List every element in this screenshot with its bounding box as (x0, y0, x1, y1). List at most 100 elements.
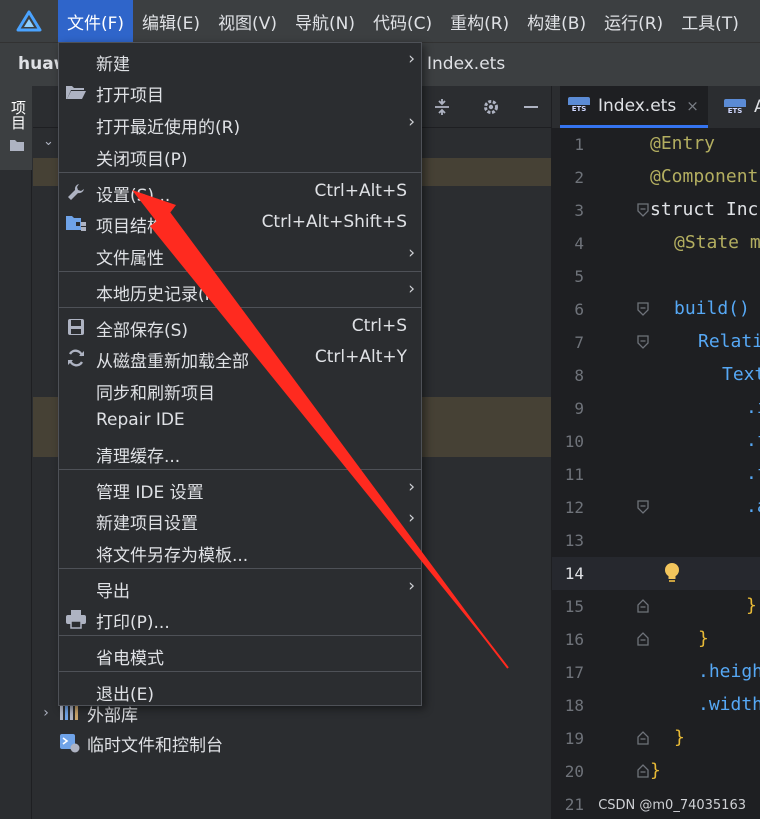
breadcrumb-file[interactable]: Index.ets (427, 54, 505, 74)
app-logo-icon (0, 0, 58, 42)
code-area[interactable]: 1 @Entry 2 @Component 3 struct Inc 4 @State m 5 6… (552, 128, 760, 819)
lightbulb-icon[interactable] (663, 562, 681, 584)
menu-item-label: 清理缓存... (96, 447, 181, 467)
file-menu-item[interactable]: 将文件另存为模板... (59, 536, 421, 568)
code-text: @State m (674, 232, 760, 253)
file-menu-item[interactable]: 本地历史记录(H) › (59, 275, 421, 307)
chevron-down-icon[interactable]: ⌄ (43, 134, 54, 149)
line-number: 16 (564, 630, 584, 649)
fold-marker-icon[interactable] (636, 631, 650, 647)
code-line[interactable]: 20} (552, 755, 760, 788)
code-text: build() (674, 298, 750, 319)
file-menu-item[interactable]: 项目结构... Ctrl+Alt+Shift+S (59, 207, 421, 239)
file-menu-item[interactable]: 退出(E) (59, 675, 421, 707)
menu-item-label: 管理 IDE 设置 (96, 483, 204, 503)
code-editor: ETS Index.ets × ETS A 1 @Entry 2 @Component… (551, 86, 760, 819)
menu-8[interactable]: 工具(T) (672, 0, 748, 42)
fold-marker-icon[interactable] (636, 499, 650, 515)
project-tool-button[interactable]: 项目 (0, 86, 32, 170)
save-icon (65, 317, 87, 337)
code-line[interactable]: 4 @State m (552, 227, 760, 260)
code-line[interactable]: 1 @Entry (552, 128, 760, 161)
file-menu-item[interactable]: 文件属性 › (59, 239, 421, 271)
file-menu-item[interactable]: 新建 › (59, 45, 421, 77)
code-line[interactable]: 18 .width (552, 689, 760, 722)
file-menu-item[interactable]: 从磁盘重新加载全部 Ctrl+Alt+Y (59, 342, 421, 374)
file-menu-item[interactable]: 设置(S)... Ctrl+Alt+S (59, 176, 421, 208)
fold-marker-icon[interactable] (636, 301, 650, 317)
file-menu-item[interactable]: 打开最近使用的(R) › (59, 108, 421, 140)
fold-marker-icon[interactable] (636, 334, 650, 350)
code-line[interactable]: 8 Text (552, 359, 760, 392)
tree-item-label: 临时文件和控制台 (87, 735, 223, 756)
tab-label: Index.ets (598, 95, 677, 116)
code-text: }) (746, 595, 760, 616)
file-menu-item[interactable]: Repair IDE (59, 405, 421, 437)
menu-6[interactable]: 构建(B) (518, 0, 595, 42)
line-number: 21 (564, 795, 584, 814)
menu-item-shortcut: Ctrl+Alt+Shift+S (261, 212, 407, 232)
menu-2[interactable]: 视图(V) (209, 0, 286, 42)
line-number: 10 (564, 432, 584, 451)
fold-marker-icon[interactable] (636, 730, 650, 746)
tree-item[interactable]: 临时文件和控制台 (33, 728, 223, 758)
line-number: 19 (564, 729, 584, 748)
code-line[interactable]: 7 Relati (552, 326, 760, 359)
menu-4[interactable]: 代码(C) (364, 0, 441, 42)
menu-item-label: 退出(E) (96, 685, 155, 705)
code-text: @Component (650, 166, 759, 187)
menu-0[interactable]: 文件(F) (58, 0, 134, 42)
line-number: 20 (564, 762, 584, 781)
tab-index-ets[interactable]: ETS Index.ets × (560, 86, 708, 128)
code-line[interactable]: 9 .i (552, 392, 760, 425)
gear-icon[interactable] (480, 96, 502, 118)
file-menu-item[interactable]: 关闭项目(P) (59, 140, 421, 172)
code-line[interactable]: 11 .f (552, 458, 760, 491)
code-line[interactable]: 3 struct Inc (552, 194, 760, 227)
menu-item-label: 设置(S)... (96, 186, 171, 206)
file-menu-item[interactable]: 打开项目 (59, 76, 421, 108)
code-text: @Entry (650, 133, 716, 154)
scratch-console-icon (59, 733, 87, 753)
code-line[interactable]: 5 (552, 260, 760, 293)
line-number: 2 (574, 168, 584, 187)
file-menu-item[interactable]: 全部保存(S) Ctrl+S (59, 311, 421, 343)
minimize-icon[interactable] (520, 96, 542, 118)
fold-marker-icon[interactable] (636, 598, 650, 614)
menu-7[interactable]: 运行(R) (595, 0, 672, 42)
file-menu-item[interactable]: 清理缓存... (59, 437, 421, 469)
code-line[interactable]: 13A (552, 524, 760, 557)
line-number: 6 (574, 300, 584, 319)
menu-item-label: 将文件另存为模板... (96, 546, 249, 566)
file-menu-item[interactable]: 新建项目设置 › (59, 504, 421, 536)
code-line[interactable]: 14 (552, 557, 760, 590)
ets-file-icon: ETS (724, 98, 746, 116)
file-menu-item[interactable]: 导出 › (59, 572, 421, 604)
code-line[interactable]: 19} (552, 722, 760, 755)
code-line[interactable]: 2 @Component (552, 161, 760, 194)
code-line[interactable]: 10 .f (552, 425, 760, 458)
close-icon[interactable]: × (686, 97, 699, 115)
file-menu-item[interactable]: 管理 IDE 设置 › (59, 473, 421, 505)
collapse-all-icon[interactable] (431, 96, 453, 118)
fold-marker-icon[interactable] (636, 202, 650, 218)
file-menu-item[interactable]: 打印(P)... (59, 603, 421, 635)
menu-item-shortcut: Ctrl+Alt+S (314, 181, 407, 201)
code-line[interactable]: 15}) (552, 590, 760, 623)
code-line[interactable]: 16} (552, 623, 760, 656)
code-line[interactable]: 17 .heigh (552, 656, 760, 689)
menu-1[interactable]: 编辑(E) (133, 0, 209, 42)
menu-3[interactable]: 导航(N) (286, 0, 364, 42)
file-menu-item[interactable]: 省电模式 (59, 639, 421, 671)
menu-5[interactable]: 重构(R) (441, 0, 518, 42)
fold-marker-icon[interactable] (636, 763, 650, 779)
code-text: } (674, 727, 685, 748)
menu-bar: 文件(F) 编辑(E) 视图(V) 导航(N) 代码(C) 重构(R) 构建(B) 运行(R)… (0, 0, 760, 42)
tab-second[interactable]: ETS A (718, 86, 760, 128)
code-line[interactable]: 6 build() (552, 293, 760, 326)
line-number: 14 (564, 564, 584, 583)
file-menu-item[interactable]: 同步和刷新项目 (59, 374, 421, 406)
menu-item-label: 全部保存(S) (96, 321, 189, 341)
file-menu-dropdown: 新建 › 打开项目 打开最近使用的(R) › 关闭项目(P) 设置(S)... Ctrl+Al… (58, 42, 422, 706)
code-line[interactable]: 12 .a (552, 491, 760, 524)
